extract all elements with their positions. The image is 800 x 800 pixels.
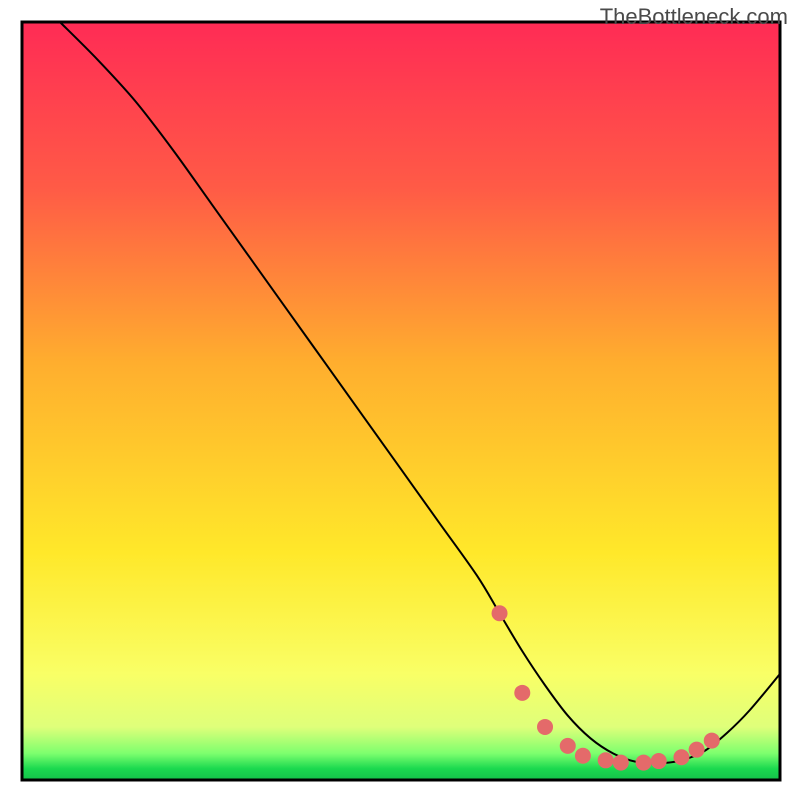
valley-marker-dot [651,753,667,769]
valley-marker-dot [598,752,614,768]
watermark-text: TheBottleneck.com [600,4,788,30]
valley-marker-dot [673,749,689,765]
bottleneck-chart [0,0,800,800]
valley-marker-dot [613,755,629,771]
valley-marker-dot [704,733,720,749]
valley-marker-dot [492,605,508,621]
valley-marker-dot [514,685,530,701]
valley-marker-dot [575,748,591,764]
valley-marker-dot [537,719,553,735]
valley-marker-dot [636,755,652,771]
chart-root: TheBottleneck.com [0,0,800,800]
plot-background [22,22,780,780]
valley-marker-dot [689,742,705,758]
valley-marker-dot [560,738,576,754]
